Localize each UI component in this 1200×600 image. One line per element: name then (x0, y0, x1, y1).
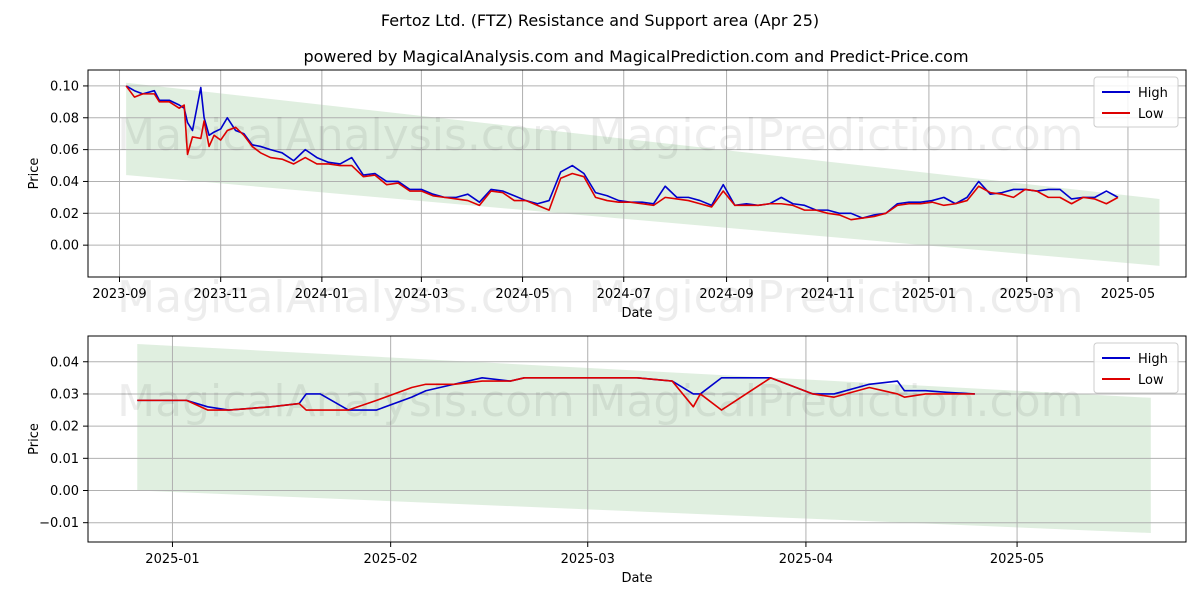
legend-label-high: High (1138, 86, 1168, 101)
x-tick-label: 2023-09 (92, 287, 146, 302)
x-tick-label: 2025-05 (1101, 287, 1155, 302)
y-tick-label: 0.02 (50, 420, 79, 435)
legend-label-high: High (1138, 352, 1168, 367)
legend-box (1093, 342, 1179, 394)
y-tick-label: 0.10 (50, 79, 79, 94)
x-tick-label: 2024-09 (699, 287, 753, 302)
x-tick-label: 2025-01 (145, 552, 199, 567)
watermark: MagicalPrediction.com (589, 110, 1084, 161)
legend-label-low: Low (1138, 107, 1164, 122)
y-tick-label: 0.00 (50, 239, 79, 254)
x-tick-label: 2025-05 (990, 552, 1044, 567)
x-tick-label: 2025-04 (779, 552, 833, 567)
legend: High Low (1093, 76, 1179, 128)
y-axis-label: Price (27, 158, 42, 190)
x-tick-label: 2024-11 (801, 287, 855, 302)
chart-title: Fertoz Ltd. (FTZ) Resistance and Support… (381, 11, 819, 30)
x-axis-label: Date (621, 306, 652, 321)
y-tick-label: 0.01 (50, 452, 79, 467)
y-tick-label: 0.02 (50, 207, 79, 222)
x-tick-label: 2025-03 (1000, 287, 1054, 302)
legend-label-low: Low (1138, 373, 1164, 388)
x-tick-label: 2024-03 (394, 287, 448, 302)
x-tick-label: 2024-01 (295, 287, 349, 302)
x-tick-label: 2025-01 (902, 287, 956, 302)
y-axis-label: Price (27, 423, 42, 455)
y-tick-label: 0.04 (50, 355, 79, 370)
x-tick-label: 2024-05 (495, 287, 549, 302)
y-tick-label: 0.08 (50, 111, 79, 126)
watermark: MagicalAnalysis.com (117, 376, 575, 427)
y-tick-label: 0.03 (50, 387, 79, 402)
chart-subtitle: powered by MagicalAnalysis.com and Magic… (303, 47, 968, 66)
y-tick-label: −0.01 (39, 516, 79, 531)
x-tick-label: 2025-03 (561, 552, 615, 567)
x-axis-label: Date (621, 571, 652, 586)
y-tick-label: 0.06 (50, 143, 79, 158)
legend-box (1093, 76, 1179, 128)
y-tick-label: 0.04 (50, 175, 79, 190)
x-tick-label: 2023-11 (194, 287, 248, 302)
x-tick-label: 2024-07 (597, 287, 651, 302)
legend: High Low (1093, 342, 1179, 394)
x-tick-label: 2025-02 (363, 552, 417, 567)
y-tick-label: 0.00 (50, 484, 79, 499)
figure: Fertoz Ltd. (FTZ) Resistance and Support… (0, 0, 1200, 600)
watermark: MagicalPrediction.com (589, 376, 1084, 427)
